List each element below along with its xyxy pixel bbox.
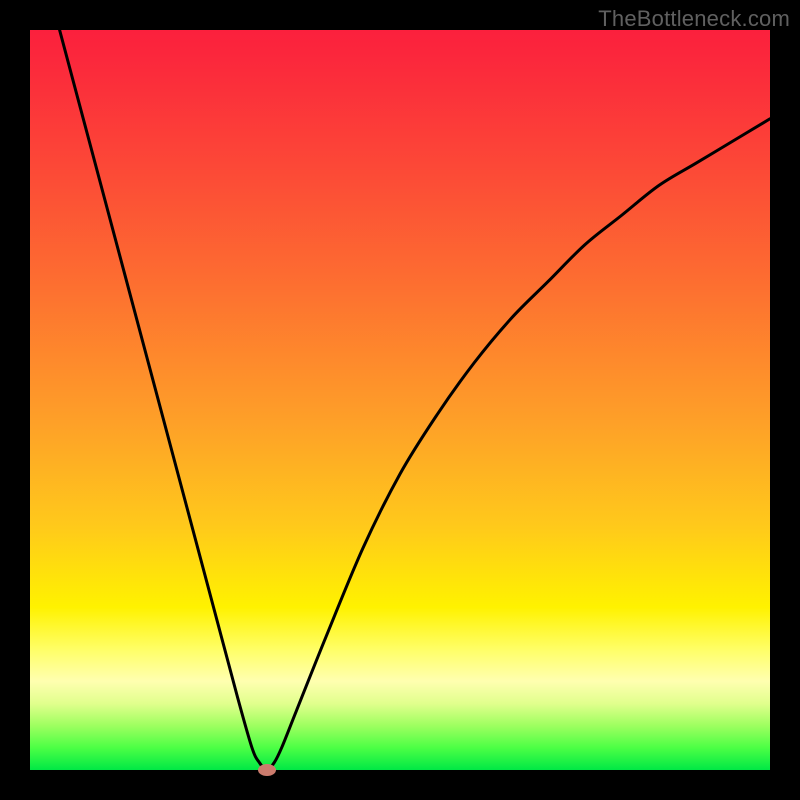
optimal-point-marker	[258, 764, 276, 776]
bottleneck-curve	[30, 30, 770, 770]
plot-area	[30, 30, 770, 770]
chart-frame: TheBottleneck.com	[0, 0, 800, 800]
watermark-text: TheBottleneck.com	[598, 6, 790, 32]
